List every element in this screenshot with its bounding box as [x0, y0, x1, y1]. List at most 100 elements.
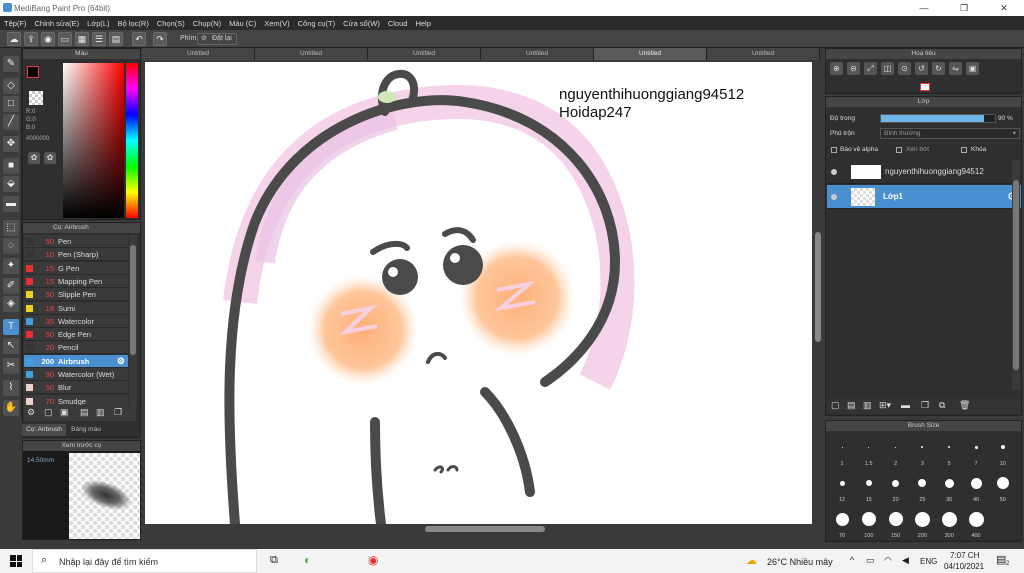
- divide-tool-icon[interactable]: ✂: [3, 358, 19, 374]
- upload-icon[interactable]: ⇪: [24, 32, 38, 46]
- network-icon[interactable]: ▭: [866, 555, 875, 566]
- reset-button[interactable]: ⊘ Đặt lại: [197, 33, 237, 45]
- actual-size-icon[interactable]: ◫: [881, 62, 894, 75]
- brush-size-option[interactable]: 100: [856, 505, 882, 539]
- brush-list-item[interactable]: 50 Edge Pen: [24, 328, 128, 342]
- brush-size-option[interactable]: 200: [909, 505, 935, 539]
- menu-view[interactable]: Xem(V): [260, 19, 293, 28]
- flip-icon[interactable]: ⇋: [949, 62, 962, 75]
- foreground-color-swatch[interactable]: [27, 66, 39, 78]
- delete-layer-icon[interactable]: 🗑: [959, 400, 970, 411]
- menu-snap[interactable]: Chụp(N): [189, 19, 225, 28]
- close-button[interactable]: ✕: [984, 1, 1024, 15]
- menu-color[interactable]: Màu (C): [225, 19, 260, 28]
- drawing-canvas[interactable]: nguyenthihuonggiang94512 Hoidap247: [145, 62, 812, 524]
- navigator-thumbnail[interactable]: [920, 83, 930, 91]
- blend-mode-select[interactable]: Bình thường ▾: [880, 128, 1020, 139]
- select-pen-tool-icon[interactable]: ✐: [3, 278, 19, 294]
- hand-tool-icon[interactable]: ✋: [3, 400, 19, 416]
- tab-document-5[interactable]: Untitled: [594, 48, 707, 60]
- brush-folder-icon[interactable]: ▥: [96, 407, 105, 418]
- add-layer-menu-icon[interactable]: ⊞▾: [879, 400, 891, 411]
- line-tool-icon[interactable]: ╱: [3, 114, 19, 130]
- opacity-slider[interactable]: [880, 114, 996, 123]
- cloud-icon[interactable]: ☁: [7, 32, 21, 46]
- menu-window[interactable]: Cửa sổ(W): [339, 19, 384, 28]
- eyedropper-tool-icon[interactable]: ⌇: [3, 380, 19, 396]
- fit-icon[interactable]: ⤢: [864, 62, 877, 75]
- brush-list-item[interactable]: 35 Watercolor: [24, 314, 128, 328]
- tab-document-1[interactable]: Untitled: [142, 48, 255, 60]
- brush-size-option[interactable]: 1.5: [856, 433, 882, 467]
- rotate-right-icon[interactable]: ↻: [932, 62, 945, 75]
- brush-size-option[interactable]: 1: [829, 433, 855, 467]
- brush-size-option[interactable]: 10: [990, 433, 1016, 467]
- lock-checkbox[interactable]: [961, 147, 967, 153]
- brush-file-icon[interactable]: ▤: [80, 407, 89, 418]
- tab-brush[interactable]: Cọ: Airbrush: [22, 424, 66, 436]
- language-indicator[interactable]: ENG: [920, 557, 937, 566]
- brush-list-scrollbar[interactable]: [129, 235, 137, 405]
- brush-list-item[interactable]: 200 Airbrush ⚙: [24, 354, 128, 368]
- tab-document-2[interactable]: Untitled: [255, 48, 368, 60]
- app-icon-green[interactable]: ◐: [304, 553, 311, 567]
- lasso-tool-icon[interactable]: ◌: [3, 238, 19, 254]
- brush-size-option[interactable]: 3: [909, 433, 935, 467]
- zoom-reset-icon[interactable]: ⊙: [898, 62, 911, 75]
- brush-size-option[interactable]: 5: [936, 433, 962, 467]
- maximize-button[interactable]: ❐: [944, 1, 984, 15]
- rectangle-tool-icon[interactable]: □: [3, 96, 19, 112]
- menu-file[interactable]: Tệp(F): [0, 19, 31, 28]
- brush-list-item[interactable]: 20 Pencil: [24, 341, 128, 355]
- brush-size-option[interactable]: 15: [856, 469, 882, 503]
- brush-size-option[interactable]: 50: [990, 469, 1016, 503]
- duplicate-layer-icon[interactable]: ❐: [921, 400, 929, 411]
- menu-edit[interactable]: Chỉnh sửa(E): [31, 19, 84, 28]
- menu-cloud[interactable]: Cloud: [384, 19, 412, 28]
- select-rect-tool-icon[interactable]: ⬚: [3, 220, 19, 236]
- layer-scrollbar[interactable]: [1012, 160, 1020, 390]
- notification-icon[interactable]: ▤: [996, 553, 1006, 566]
- windows-start-icon[interactable]: [10, 555, 22, 567]
- menu-help[interactable]: Help: [411, 19, 434, 28]
- gradient-tool-icon[interactable]: ▬: [3, 196, 19, 212]
- chrome-icon[interactable]: ◉: [368, 553, 378, 567]
- wifi-icon[interactable]: ◠: [884, 555, 892, 566]
- operation-tool-icon[interactable]: ↖: [3, 338, 19, 354]
- tab-document-6[interactable]: Untitled: [707, 48, 820, 60]
- brush-size-option[interactable]: 70: [829, 505, 855, 539]
- brush-size-option[interactable]: 25: [909, 469, 935, 503]
- menu-filter[interactable]: Bộ lọc(R): [114, 19, 153, 28]
- brush-size-option[interactable]: 150: [883, 505, 909, 539]
- hue-slider[interactable]: [126, 63, 138, 218]
- minimize-button[interactable]: —: [904, 1, 944, 15]
- layer-row-selected[interactable]: Lớp1 ⚙: [827, 185, 1021, 209]
- layer-row-text[interactable]: nguyenthihuonggiang94512: [827, 160, 1021, 184]
- tab-document-3[interactable]: Untitled: [368, 48, 481, 60]
- brush-size-option[interactable]: 300: [936, 505, 962, 539]
- clock-date[interactable]: 04/10/2021: [944, 562, 984, 571]
- brush-size-option[interactable]: 12: [829, 469, 855, 503]
- brush-list-item[interactable]: 50 Slipple Pen: [24, 288, 128, 302]
- rotate-left-icon[interactable]: ↺: [915, 62, 928, 75]
- text-tool-icon[interactable]: T: [3, 319, 19, 335]
- brush-settings-icon[interactable]: ⚙: [117, 355, 125, 368]
- palette-icon[interactable]: ✿: [28, 152, 40, 164]
- add-brush-icon[interactable]: ▣: [60, 407, 69, 418]
- clipping-checkbox[interactable]: [896, 147, 902, 153]
- menu-select[interactable]: Chọn(S): [153, 19, 189, 28]
- window-icon[interactable]: ▭: [58, 32, 72, 46]
- tab-document-4[interactable]: Untitled: [481, 48, 594, 60]
- color-add-icon[interactable]: ✿: [44, 152, 56, 164]
- brush-list-item[interactable]: 15 G Pen: [24, 261, 128, 275]
- move-tool-icon[interactable]: ✥: [3, 136, 19, 152]
- layer-visibility-icon[interactable]: [831, 169, 837, 175]
- new-layer-file-icon[interactable]: ▤: [847, 400, 856, 411]
- new-brush-icon[interactable]: ▢: [44, 407, 53, 418]
- brush-list-item[interactable]: 90 Watercolor (Wet): [24, 368, 128, 381]
- zoom-out-icon[interactable]: ⊖: [847, 62, 860, 75]
- canvas-vertical-scrollbar[interactable]: [813, 62, 823, 524]
- chat-icon[interactable]: ◉: [41, 32, 55, 46]
- tab-palette[interactable]: Bảng màu: [66, 424, 106, 436]
- magic-wand-tool-icon[interactable]: ✦: [3, 258, 19, 274]
